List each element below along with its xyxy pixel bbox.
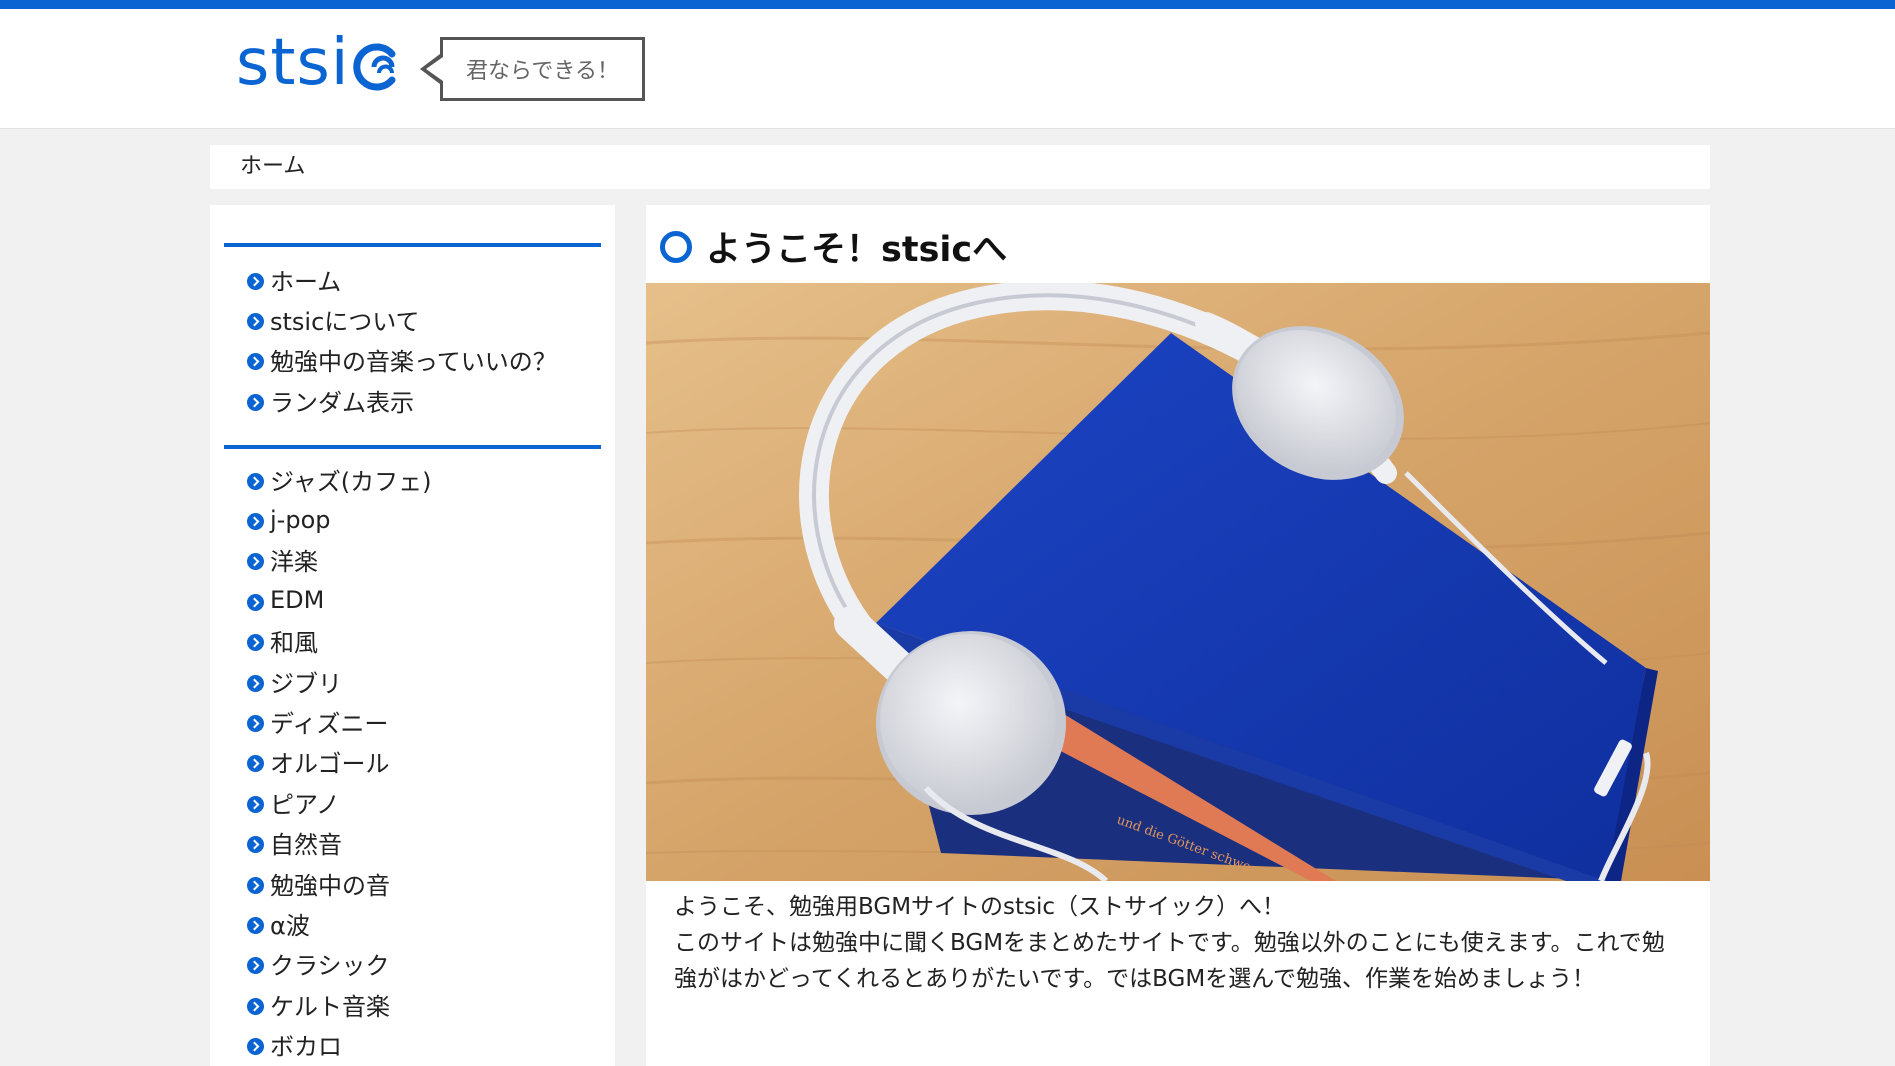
page-title-text: ようこそ！stsicへ <box>706 230 1008 270</box>
intro-line-1: ようこそ、勉強用BGMサイトのstsic（ストサイック）へ！ <box>674 894 1286 920</box>
sidebar-link-random[interactable]: ランダム表示 <box>247 383 414 418</box>
sidebar-item-music-box[interactable]: オルゴール <box>247 742 601 782</box>
sidebar-item-vocaloid[interactable]: ボカロ <box>247 1024 601 1064</box>
sidebar-link-study-sounds[interactable]: 勉強中の音 <box>247 866 390 901</box>
sidebar-item-label: ジブリ <box>270 669 342 698</box>
sidebar-link-about[interactable]: stsicについて <box>247 302 420 337</box>
sidebar-item-label: EDM <box>270 586 325 615</box>
sidebar-item-nature[interactable]: 自然音 <box>247 823 601 863</box>
sidebar-link-jpop[interactable]: j-pop <box>247 506 330 534</box>
sidebar-item-label: α波 <box>270 911 310 940</box>
chevron-circle-icon <box>247 876 264 894</box>
sidebar-link-disney[interactable]: ディズニー <box>247 704 388 739</box>
main-content: ようこそ！stsicへ und die Götter schwe ようこそ、勉強… <box>646 205 1710 1066</box>
logo-text: stsi <box>236 26 350 100</box>
sidebar-item-study-sounds[interactable]: 勉強中の音 <box>247 863 601 903</box>
chevron-circle-icon <box>247 634 264 652</box>
sidebar-item-label: 和風 <box>270 629 318 658</box>
chevron-circle-icon <box>247 272 264 290</box>
sidebar-item-label: ピアノ <box>270 790 340 819</box>
sidebar-link-vocaloid[interactable]: ボカロ <box>247 1027 342 1062</box>
sidebar-item-label: ランダム表示 <box>270 388 414 417</box>
breadcrumb-home-link[interactable]: ホーム <box>240 154 305 179</box>
sidebar-link-home[interactable]: ホーム <box>247 262 341 297</box>
chevron-circle-icon <box>247 836 264 854</box>
sidebar-link-edm[interactable]: EDM <box>247 586 324 614</box>
sidebar-link-classical[interactable]: クラシック <box>247 946 390 981</box>
sidebar-item-label: j-pop <box>270 505 331 534</box>
sidebar-link-music-box[interactable]: オルゴール <box>247 744 390 779</box>
chevron-circle-icon <box>247 513 264 531</box>
intro-text: ようこそ、勉強用BGMサイトのstsic（ストサイック）へ！ このサイトは勉強中… <box>674 889 1674 997</box>
breadcrumb: ホーム <box>210 145 1710 189</box>
chevron-circle-icon <box>247 393 264 411</box>
chevron-circle-icon <box>247 715 264 733</box>
sidebar-item-classical[interactable]: クラシック <box>247 944 601 984</box>
sidebar-item-random[interactable]: ランダム表示 <box>247 380 601 420</box>
sidebar-item-piano[interactable]: ピアノ <box>247 782 601 822</box>
sidebar-item-edm[interactable]: EDM <box>247 580 601 620</box>
sidebar-category-section: ジャズ(カフェ) j-pop 洋楽 EDM 和風 ジブリ ディズニー オルゴール… <box>224 445 601 1065</box>
chevron-circle-icon <box>247 916 264 934</box>
top-accent-bar <box>0 0 1895 9</box>
sidebar-link-music-study[interactable]: 勉強中の音楽っていいの？ <box>247 342 557 377</box>
site-logo[interactable]: stsi <box>236 31 402 95</box>
intro-line-2: このサイトは勉強中に聞くBGMをまとめたサイトです。勉強以外のことにも使えます。… <box>674 930 1665 992</box>
chevron-circle-icon <box>247 472 264 490</box>
sidebar-item-label: ボカロ <box>270 1033 342 1062</box>
sidebar-item-label: オルゴール <box>270 750 390 779</box>
sidebar-item-label: ジャズ(カフェ) <box>270 467 432 496</box>
sidebar-item-label: 洋楽 <box>270 548 318 577</box>
sidebar-item-label: 自然音 <box>270 831 342 860</box>
chevron-circle-icon <box>247 957 264 975</box>
sidebar-item-alpha-waves[interactable]: α波 <box>247 903 601 943</box>
sidebar-item-western[interactable]: 洋楽 <box>247 540 601 580</box>
sidebar-link-piano[interactable]: ピアノ <box>247 785 340 820</box>
sidebar-menu-section: ホーム stsicについて 勉強中の音楽っていいの？ ランダム表示 <box>224 243 601 421</box>
sidebar-item-label: 勉強中の音楽っていいの？ <box>270 348 557 377</box>
chevron-circle-icon <box>247 1038 264 1056</box>
sidebar-item-label: クラシック <box>270 952 390 981</box>
tagline-speech-bubble: 君ならできる！ <box>420 37 645 101</box>
sidebar-item-jazz[interactable]: ジャズ(カフェ) <box>247 459 601 499</box>
sidebar-item-music-study[interactable]: 勉強中の音楽っていいの？ <box>247 340 601 380</box>
sidebar-menu-list: ホーム stsicについて 勉強中の音楽っていいの？ ランダム表示 <box>224 247 601 421</box>
sidebar-item-label: stsicについて <box>270 308 420 337</box>
sidebar: ホーム stsicについて 勉強中の音楽っていいの？ ランダム表示 ジャズ(カフ… <box>210 205 615 1066</box>
chevron-circle-icon <box>247 553 264 571</box>
chevron-circle-icon <box>247 755 264 773</box>
sidebar-link-jazz[interactable]: ジャズ(カフェ) <box>247 462 432 497</box>
sidebar-item-label: ディズニー <box>270 710 389 739</box>
sidebar-item-home[interactable]: ホーム <box>247 259 601 299</box>
chevron-circle-icon <box>247 795 264 813</box>
logo-c-mark <box>352 43 396 91</box>
sidebar-link-wafu[interactable]: 和風 <box>247 623 318 658</box>
headphones-on-book-illustration: und die Götter schwe <box>646 283 1710 881</box>
sidebar-link-alpha-waves[interactable]: α波 <box>247 906 310 941</box>
sidebar-item-celtic[interactable]: ケルト音楽 <box>247 984 601 1024</box>
sidebar-item-disney[interactable]: ディズニー <box>247 701 601 741</box>
sidebar-item-wafu[interactable]: 和風 <box>247 621 601 661</box>
chevron-circle-icon <box>247 353 264 371</box>
tagline-text: 君ならできる！ <box>466 59 619 84</box>
site-header: stsi 君ならできる！ <box>0 9 1895 129</box>
sidebar-item-jpop[interactable]: j-pop <box>247 499 601 539</box>
sidebar-item-about[interactable]: stsicについて <box>247 299 601 339</box>
chevron-circle-icon <box>247 674 264 692</box>
sidebar-link-ghibli[interactable]: ジブリ <box>247 664 342 699</box>
sidebar-link-western[interactable]: 洋楽 <box>247 542 318 577</box>
chevron-circle-icon <box>247 313 264 331</box>
chevron-circle-icon <box>247 593 264 611</box>
sidebar-category-list: ジャズ(カフェ) j-pop 洋楽 EDM 和風 ジブリ ディズニー オルゴール… <box>224 449 601 1065</box>
hero-image-headphones-book: und die Götter schwe <box>646 283 1710 881</box>
sidebar-item-label: 勉強中の音 <box>270 871 390 900</box>
sidebar-link-nature[interactable]: 自然音 <box>247 825 342 860</box>
sidebar-link-celtic[interactable]: ケルト音楽 <box>247 987 390 1022</box>
chevron-circle-icon <box>247 997 264 1015</box>
page-title: ようこそ！stsicへ <box>660 221 1007 272</box>
sidebar-item-label: ケルト音楽 <box>270 992 390 1021</box>
sidebar-item-ghibli[interactable]: ジブリ <box>247 661 601 701</box>
circle-icon <box>660 230 692 263</box>
sidebar-item-label: ホーム <box>270 267 342 296</box>
